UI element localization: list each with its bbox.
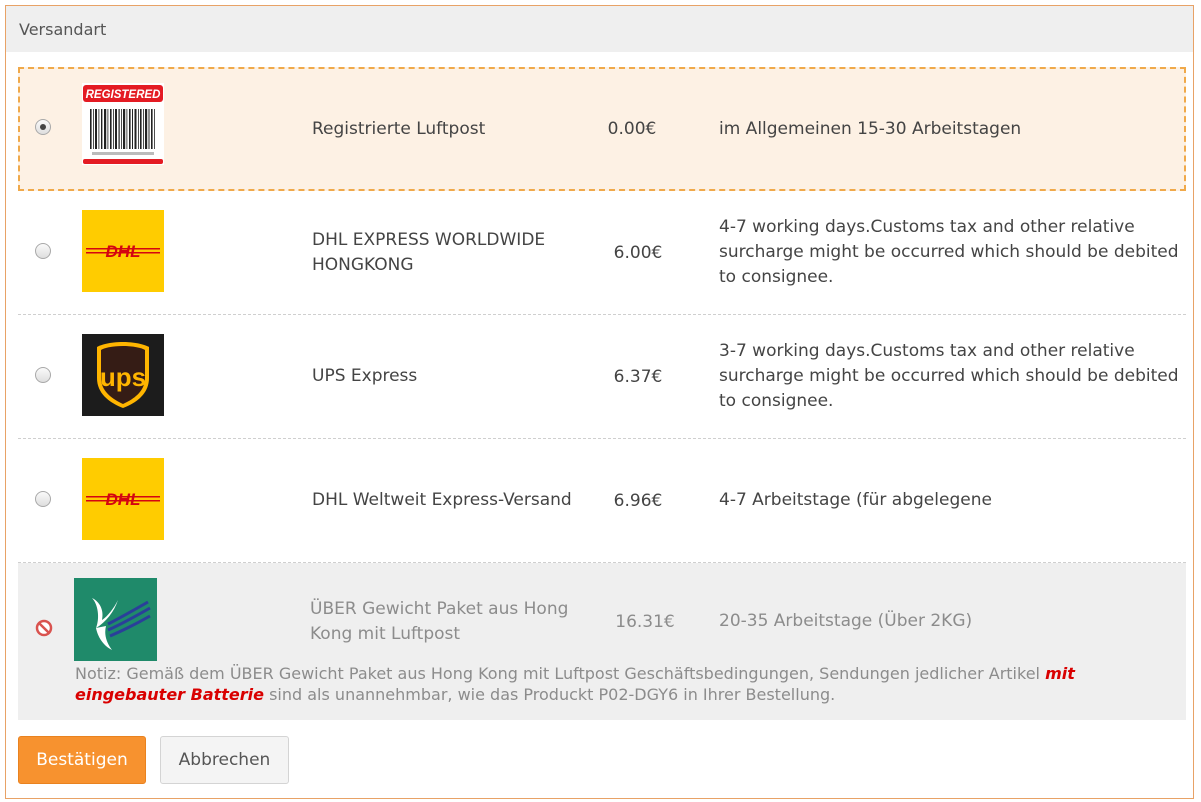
shipping-delivery-time: im Allgemeinen 15-30 Arbeitstagen: [719, 118, 1022, 139]
dhl-logo: DHL: [82, 210, 164, 292]
shipping-name: Registrierte Luftpost: [312, 118, 486, 139]
ups-wordmark: ups: [100, 362, 146, 392]
ups-logo: ups: [82, 334, 164, 416]
dhl-logo: DHL: [82, 458, 164, 540]
restriction-note: Notiz: Gemäß dem ÜBER Gewicht Paket aus …: [75, 663, 1155, 705]
shipping-delivery-time: 4-7 Arbeitstage (für abgelegene: [719, 490, 992, 510]
shipping-method-panel: Versandart REGISTERED Registrierte Luftp…: [5, 5, 1194, 799]
shipping-delivery-time: 4-7 working days.Customs tax and other r…: [719, 217, 1179, 287]
shipping-option-registered-airmail[interactable]: REGISTERED Registrierte Luftpost 0.00€ i…: [18, 67, 1186, 191]
shipping-option-dhl-express-worldwide[interactable]: DHL DHL EXPRESS WORLDWIDE HONGKONG 6.00€…: [18, 191, 1186, 315]
cancel-button[interactable]: Abbrechen: [160, 736, 289, 784]
shipping-name: UPS Express: [312, 366, 418, 386]
shipping-price: 6.37€: [613, 366, 663, 387]
shipping-name: DHL EXPRESS WORLDWIDE HONGKONG: [312, 229, 546, 275]
dhl-wordmark: DHL: [106, 490, 141, 509]
registered-mail-icon: REGISTERED: [82, 83, 164, 165]
shipping-price: 0.00€: [607, 119, 657, 139]
action-buttons: Bestätigen Abbrechen: [18, 736, 289, 784]
hongkong-post-logo: [74, 578, 157, 661]
panel-header: Versandart: [6, 6, 1193, 52]
shipping-options-list: REGISTERED Registrierte Luftpost 0.00€ i…: [18, 67, 1186, 720]
shipping-option-ups-express[interactable]: ups UPS Express 6.37€ 3-7 working days.C…: [18, 315, 1186, 439]
shipping-delivery-time: 3-7 working days.Customs tax and other r…: [719, 341, 1179, 411]
shipping-radio[interactable]: [35, 243, 51, 259]
shipping-option-dhl-weltweit[interactable]: DHL DHL Weltweit Express-Versand 6.96€ 4…: [18, 439, 1186, 563]
note-text: Notiz: Gemäß dem ÜBER Gewicht Paket aus …: [75, 664, 1046, 683]
registered-label: REGISTERED: [86, 89, 161, 101]
panel-title: Versandart: [19, 19, 107, 39]
shipping-price: 6.00€: [613, 242, 663, 263]
shipping-option-overweight-airmail: ÜBER Gewicht Paket aus Hong Kong mit Luf…: [18, 563, 1186, 720]
dhl-wordmark: DHL: [106, 242, 141, 261]
shipping-name: DHL Weltweit Express-Versand: [312, 490, 572, 510]
shipping-radio[interactable]: [35, 119, 51, 135]
confirm-button[interactable]: Bestätigen: [18, 736, 146, 784]
shipping-price: 6.96€: [613, 490, 663, 511]
shipping-radio[interactable]: [35, 491, 51, 507]
not-allowed-icon: [35, 619, 53, 637]
shipping-radio[interactable]: [35, 367, 51, 383]
note-text-end: sind als unannehmbar, wie das Produckt P…: [264, 685, 836, 704]
